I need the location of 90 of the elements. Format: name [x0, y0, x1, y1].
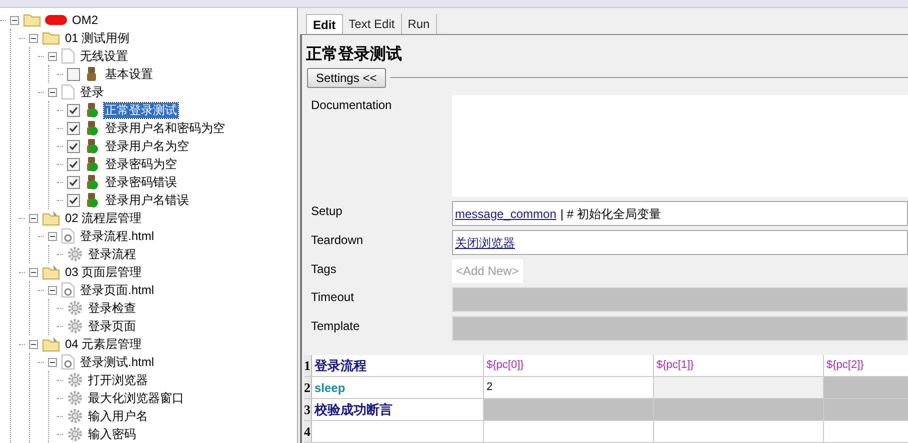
- checkbox[interactable]: [67, 104, 80, 116]
- comment-text: | # 初始化全局变量: [560, 206, 661, 222]
- setting-field[interactable]: message_common | # 初始化全局变量: [452, 201, 908, 226]
- page-icon: [61, 84, 75, 100]
- tree-item[interactable]: 登录检查: [87, 300, 137, 316]
- test-title: 正常登录测试: [305, 44, 403, 65]
- setting-label: Template: [310, 318, 361, 335]
- page-icon: [61, 48, 75, 64]
- grid-cell[interactable]: [654, 377, 824, 398]
- tree-item[interactable]: 正常登录测试: [104, 102, 178, 118]
- folder-icon: [42, 31, 60, 45]
- checkbox[interactable]: [67, 194, 80, 206]
- grid-cell[interactable]: ${pc[1]}: [654, 355, 824, 376]
- tree-item[interactable]: 登录: [79, 84, 105, 100]
- collapse-toggle[interactable]: [48, 52, 57, 60]
- tab[interactable]: Edit: [306, 14, 343, 34]
- page-icon: [61, 228, 75, 244]
- tree-item[interactable]: 登录流程.html: [79, 228, 156, 244]
- checkbox[interactable]: [67, 140, 80, 152]
- checkbox[interactable]: [67, 122, 80, 134]
- folder-icon: [42, 264, 60, 280]
- tree-item[interactable]: 输入用户名: [87, 408, 149, 424]
- tree-item[interactable]: 登录页面.html: [79, 282, 156, 298]
- collapse-toggle[interactable]: [48, 286, 57, 294]
- grid-cell[interactable]: ${pc[0]}: [484, 355, 654, 376]
- setting-label: Timeout: [310, 289, 355, 306]
- tree-item[interactable]: 最大化浏览器窗口: [87, 390, 185, 406]
- grid-cell[interactable]: [654, 421, 824, 442]
- grid-cell[interactable]: 2: [484, 377, 654, 398]
- grid-cell[interactable]: [484, 399, 654, 420]
- tree-item[interactable]: 登录页面: [87, 318, 137, 334]
- tree-item[interactable]: 登录测试.html: [79, 354, 156, 370]
- checkbox[interactable]: [67, 68, 80, 80]
- folder-icon: [23, 13, 41, 27]
- tree-item[interactable]: 输入密码: [87, 426, 137, 442]
- tab[interactable]: Run: [402, 14, 437, 34]
- collapse-toggle[interactable]: [10, 16, 19, 24]
- page-icon: [61, 282, 75, 298]
- row-number: 2: [304, 377, 312, 398]
- collapse-toggle[interactable]: [29, 214, 38, 222]
- keyword-link[interactable]: 关闭浏览器: [455, 234, 515, 252]
- tree-item[interactable]: 基本设置: [104, 66, 154, 82]
- tree-item[interactable]: 无线设置: [79, 48, 129, 64]
- row-number: 3: [304, 399, 312, 420]
- tree-item[interactable]: OM2: [71, 12, 100, 28]
- grid-cell[interactable]: 登录流程: [312, 355, 484, 376]
- gear-icon: [67, 408, 83, 424]
- checkbox[interactable]: [67, 158, 80, 170]
- tree-item[interactable]: 登录用户名和密码为空: [104, 120, 226, 136]
- checkbox[interactable]: [67, 176, 80, 188]
- setting-label: Tags: [310, 261, 338, 278]
- grid-cell[interactable]: [312, 421, 484, 442]
- tree-item[interactable]: 登录用户名错误: [104, 192, 190, 208]
- grid-cell[interactable]: ${pc[2]}: [824, 355, 908, 376]
- setting-field[interactable]: 关闭浏览器: [452, 230, 908, 255]
- row-number: 4: [304, 421, 312, 442]
- setting-label: Teardown: [310, 232, 364, 249]
- tree-item[interactable]: 登录密码错误: [104, 174, 178, 190]
- row-number: 1: [304, 355, 312, 376]
- tree-item[interactable]: 01 测试用例: [64, 30, 131, 46]
- collapse-toggle[interactable]: [29, 34, 38, 42]
- tab[interactable]: Text Edit: [342, 14, 402, 34]
- gear-icon: [67, 390, 83, 406]
- tree-item[interactable]: 打开浏览器: [87, 372, 149, 388]
- gear-icon: [67, 300, 83, 316]
- grid-cell[interactable]: [654, 399, 824, 420]
- grid-cell[interactable]: [484, 421, 654, 442]
- tree-item[interactable]: 登录用户名为空: [104, 138, 190, 154]
- setting-label: Setup: [310, 203, 344, 220]
- collapse-toggle[interactable]: [29, 268, 38, 276]
- settings-button[interactable]: Settings <<: [307, 68, 386, 88]
- keyword-link[interactable]: message_common: [455, 204, 556, 222]
- collapse-toggle[interactable]: [48, 88, 57, 96]
- collapse-toggle[interactable]: [48, 358, 57, 366]
- gear-icon: [67, 246, 83, 262]
- folder-icon: [42, 210, 60, 226]
- grid-cell[interactable]: 校验成功断言: [312, 399, 484, 420]
- tree-item[interactable]: 04 元素层管理: [64, 336, 143, 352]
- tree-item[interactable]: 登录流程: [87, 246, 137, 262]
- collapse-toggle[interactable]: [29, 340, 38, 348]
- gear-icon: [67, 372, 83, 388]
- tree-item[interactable]: 02 流程层管理: [64, 210, 143, 226]
- tree-item[interactable]: 登录密码为空: [104, 156, 178, 172]
- grid-cell[interactable]: sleep: [312, 377, 484, 398]
- folder-icon: [42, 336, 60, 352]
- tree-item[interactable]: 03 页面层管理: [64, 264, 143, 280]
- setting-label: Documentation: [310, 97, 393, 114]
- gear-icon: [67, 318, 83, 334]
- page-icon: [61, 354, 75, 370]
- collapse-toggle[interactable]: [48, 232, 57, 240]
